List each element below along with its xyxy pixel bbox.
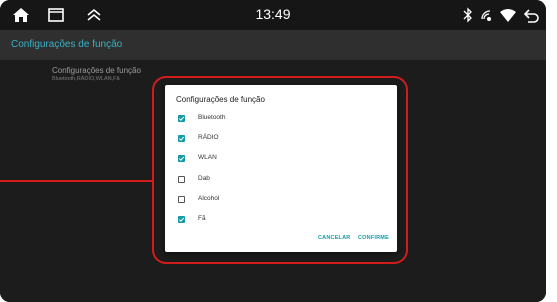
wifi-icon	[499, 7, 517, 23]
collapse-icon[interactable]	[85, 7, 103, 23]
home-icon[interactable]	[12, 7, 30, 23]
app-bar: Configurações de função	[0, 30, 546, 60]
signal-icon	[479, 7, 497, 23]
bluetooth-icon	[459, 7, 477, 23]
highlight-callout-box	[152, 76, 408, 264]
callout-pointer-line	[0, 180, 152, 182]
back-icon[interactable]	[523, 7, 541, 23]
status-bar: 13:49	[0, 0, 546, 30]
page-title: Configurações de função	[11, 39, 123, 50]
recents-icon[interactable]	[47, 7, 65, 23]
